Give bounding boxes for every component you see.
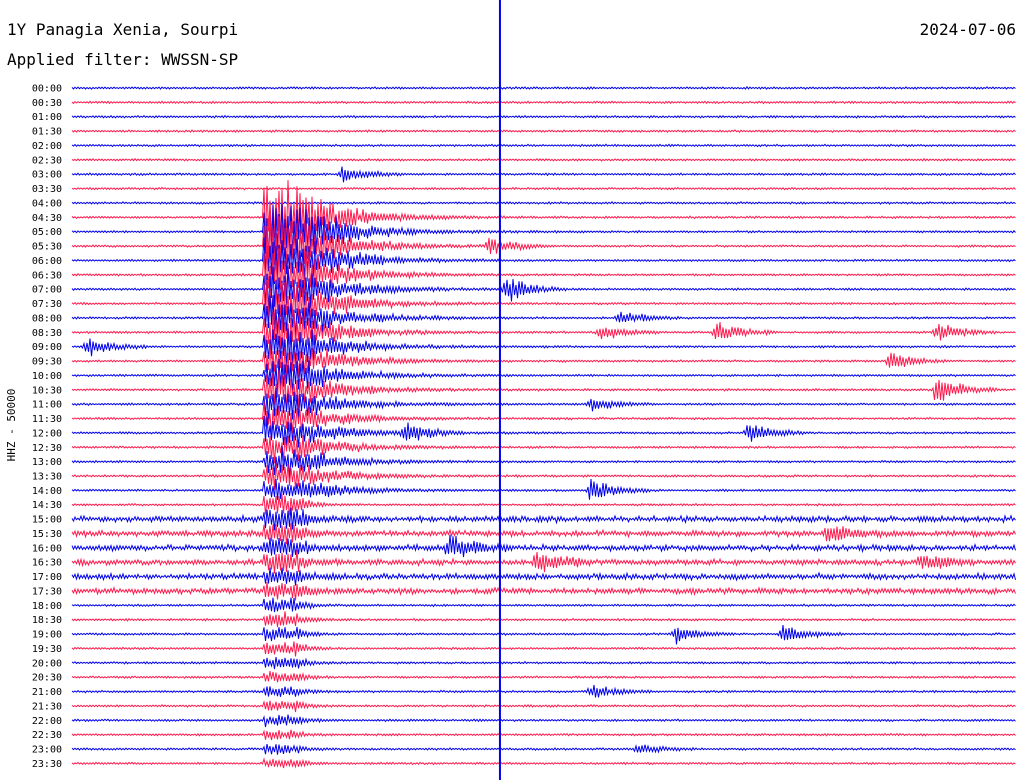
seismic-trace xyxy=(71,210,1016,280)
helicorder-plot: 00:00 00:30 01:00 01:30 02:00 02:30 03:00 03:30… xyxy=(5,0,1016,780)
time-tick-label: 18:30 xyxy=(32,615,62,626)
seismic-trace xyxy=(71,523,1016,545)
seismic-trace xyxy=(71,743,1016,755)
time-tick-label: 07:00 xyxy=(32,285,62,296)
seismic-trace xyxy=(71,387,1016,423)
seismic-trace xyxy=(71,186,1016,191)
seismic-trace xyxy=(71,641,1016,657)
time-tick-labels: 00:00 00:30 01:00 01:30 02:00 02:30 03:00 03:30… xyxy=(32,84,62,770)
seismic-trace xyxy=(71,295,1016,341)
seismic-trace xyxy=(71,446,1016,479)
time-tick-label: 17:00 xyxy=(32,572,62,583)
time-tick-label: 23:30 xyxy=(32,759,62,770)
time-tick-label: 14:00 xyxy=(32,486,62,497)
time-tick-label: 11:30 xyxy=(32,414,62,425)
seismic-trace xyxy=(71,478,1016,500)
seismic-trace xyxy=(71,237,1016,285)
time-tick-label: 11:00 xyxy=(32,400,62,411)
time-tick-label: 21:30 xyxy=(32,701,62,712)
seismic-trace xyxy=(71,435,1016,464)
time-tick-label: 08:00 xyxy=(32,313,62,324)
seismic-trace xyxy=(71,700,1016,713)
time-tick-label: 16:30 xyxy=(32,558,62,569)
seismic-trace xyxy=(71,597,1016,613)
seismic-trace xyxy=(71,180,1016,243)
seismic-trace xyxy=(71,684,1016,698)
seismic-trace xyxy=(71,143,1016,148)
seismic-trace xyxy=(71,415,1016,448)
seismic-trace xyxy=(71,714,1016,728)
time-tick-label: 14:30 xyxy=(32,500,62,511)
time-tick-label: 03:00 xyxy=(32,170,62,181)
time-tick-label: 13:30 xyxy=(32,471,62,482)
seismic-trace xyxy=(71,114,1016,119)
seismic-trace xyxy=(71,625,1016,645)
seismic-trace xyxy=(71,328,1016,369)
time-tick-label: 06:30 xyxy=(32,270,62,281)
time-tick-label: 04:00 xyxy=(32,198,62,209)
seismic-trace xyxy=(71,129,1016,134)
time-tick-label: 17:30 xyxy=(32,586,62,597)
time-tick-label: 02:00 xyxy=(32,141,62,152)
time-tick-label: 09:00 xyxy=(32,342,62,353)
time-tick-label: 21:00 xyxy=(32,687,62,698)
time-tick-label: 12:00 xyxy=(32,428,62,439)
time-tick-label: 05:30 xyxy=(32,242,62,253)
time-tick-label: 03:30 xyxy=(32,184,62,195)
time-tick-label: 12:30 xyxy=(32,443,62,454)
time-tick-label: 15:00 xyxy=(32,515,62,526)
time-tick-label: 15:30 xyxy=(32,529,62,540)
time-tick-label: 05:00 xyxy=(32,227,62,238)
seismic-trace xyxy=(71,611,1016,628)
time-tick-label: 06:00 xyxy=(32,256,62,267)
time-tick-label: 22:00 xyxy=(32,716,62,727)
y-axis-label: HHZ - 50000 xyxy=(5,389,18,462)
seismic-trace xyxy=(71,507,1016,531)
time-tick-label: 19:00 xyxy=(32,630,62,641)
seismic-trace xyxy=(71,534,1016,558)
time-tick-label: 22:30 xyxy=(32,730,62,741)
time-tick-label: 20:30 xyxy=(32,673,62,684)
trace-group xyxy=(71,0,1016,780)
seismic-trace xyxy=(71,100,1016,105)
seismic-trace xyxy=(71,567,1016,586)
time-tick-label: 00:30 xyxy=(32,98,62,109)
seismic-trace xyxy=(71,550,1016,574)
seismic-trace xyxy=(71,157,1016,162)
time-tick-label: 19:30 xyxy=(32,644,62,655)
time-tick-label: 18:00 xyxy=(32,601,62,612)
time-tick-label: 00:00 xyxy=(32,84,62,95)
time-tick-label: 16:00 xyxy=(32,543,62,554)
time-tick-label: 10:00 xyxy=(32,371,62,382)
seismic-trace xyxy=(71,729,1016,741)
time-tick-label: 01:00 xyxy=(32,112,62,123)
seismic-trace xyxy=(71,166,1016,183)
time-tick-label: 09:30 xyxy=(32,357,62,368)
time-tick-label: 07:30 xyxy=(32,299,62,310)
seismic-trace xyxy=(71,266,1016,314)
seismic-trace xyxy=(71,204,1016,268)
seismic-trace xyxy=(71,757,1016,769)
seismic-trace xyxy=(71,657,1016,670)
seismic-trace xyxy=(71,671,1016,683)
seismic-trace xyxy=(71,85,1016,90)
time-tick-label: 23:00 xyxy=(32,745,62,756)
time-tick-label: 13:00 xyxy=(32,457,62,468)
time-tick-label: 04:30 xyxy=(32,213,62,224)
time-tick-label: 20:00 xyxy=(32,658,62,669)
seismic-trace xyxy=(71,582,1016,601)
seismic-trace xyxy=(71,462,1016,490)
seismic-trace xyxy=(71,200,1016,205)
time-tick-label: 02:30 xyxy=(32,155,62,166)
seismic-trace xyxy=(71,401,1016,437)
time-tick-label: 08:30 xyxy=(32,328,62,339)
time-tick-label: 01:30 xyxy=(32,127,62,138)
seismic-trace xyxy=(71,494,1016,516)
time-tick-label: 10:30 xyxy=(32,385,62,396)
